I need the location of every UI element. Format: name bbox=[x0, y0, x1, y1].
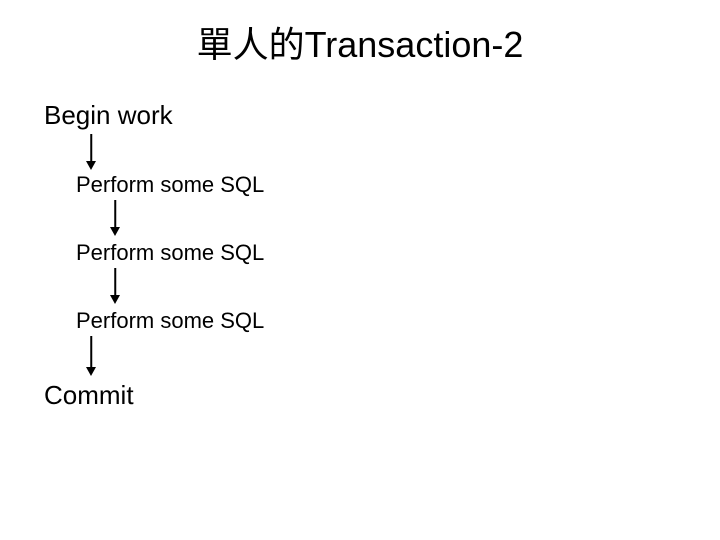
step-begin-work: Begin work bbox=[44, 100, 173, 131]
step-commit: Commit bbox=[44, 380, 134, 411]
step-perform-sql-2: Perform some SQL bbox=[76, 240, 264, 266]
arrow-down-icon bbox=[108, 268, 122, 304]
step-perform-sql-1: Perform some SQL bbox=[76, 172, 264, 198]
arrow-down-icon bbox=[84, 134, 98, 170]
slide-title: 單人的Transaction-2 bbox=[0, 16, 720, 68]
arrow-down-icon bbox=[108, 200, 122, 236]
arrow-down-icon bbox=[84, 336, 98, 376]
step-perform-sql-3: Perform some SQL bbox=[76, 308, 264, 334]
